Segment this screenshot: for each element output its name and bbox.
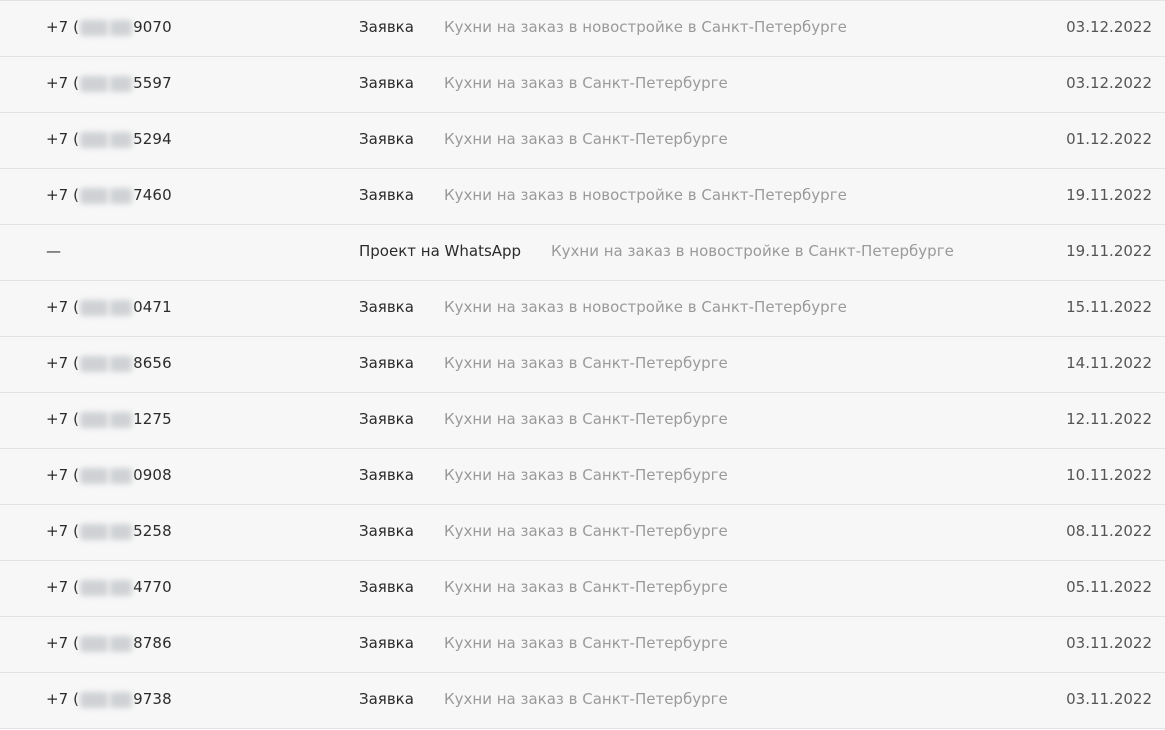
phone-number: — <box>46 242 62 260</box>
lead-date: 03.12.2022 <box>1066 74 1152 92</box>
masked-digits <box>80 355 109 372</box>
lead-source: Кухни на заказ в новостройке в Санкт-Пет… <box>444 18 847 36</box>
phone-number: +7 (1275 <box>46 410 172 428</box>
masked-digits <box>110 187 133 204</box>
phone-number: +7 (0471 <box>46 298 172 316</box>
table-row[interactable]: +7 (0908 Заявка Кухни на заказ в Санкт-П… <box>0 449 1165 505</box>
table-row[interactable]: +7 (5294 Заявка Кухни на заказ в Санкт-П… <box>0 113 1165 169</box>
phone-number: +7 (4770 <box>46 578 172 596</box>
lead-type: Заявка <box>359 522 414 540</box>
table-row[interactable]: +7 (5258 Заявка Кухни на заказ в Санкт-П… <box>0 505 1165 561</box>
table-row[interactable]: +7 (1275 Заявка Кухни на заказ в Санкт-П… <box>0 393 1165 449</box>
table-row[interactable]: +7 (7460 Заявка Кухни на заказ в новостр… <box>0 169 1165 225</box>
lead-source: Кухни на заказ в Санкт-Петербурге <box>444 690 728 708</box>
table-row[interactable]: +7 (5597 Заявка Кухни на заказ в Санкт-П… <box>0 57 1165 113</box>
lead-date: 03.12.2022 <box>1066 18 1152 36</box>
lead-date: 05.11.2022 <box>1066 578 1152 596</box>
masked-digits <box>110 75 133 92</box>
masked-digits <box>110 523 133 540</box>
lead-type: Заявка <box>359 410 414 428</box>
lead-source: Кухни на заказ в Санкт-Петербурге <box>444 354 728 372</box>
lead-date: 03.11.2022 <box>1066 634 1152 652</box>
lead-date: 15.11.2022 <box>1066 298 1152 316</box>
table-row[interactable]: +7 (9070 Заявка Кухни на заказ в новостр… <box>0 1 1165 57</box>
lead-type: Заявка <box>359 354 414 372</box>
masked-digits <box>110 355 133 372</box>
masked-digits <box>80 635 109 652</box>
lead-source: Кухни на заказ в Санкт-Петербурге <box>444 578 728 596</box>
lead-type: Заявка <box>359 186 414 204</box>
masked-digits <box>80 411 109 428</box>
masked-digits <box>80 299 109 316</box>
lead-date: 03.11.2022 <box>1066 690 1152 708</box>
lead-type: Заявка <box>359 466 414 484</box>
masked-digits <box>110 131 133 148</box>
lead-type: Проект на WhatsApp <box>359 242 522 260</box>
masked-digits <box>80 467 109 484</box>
lead-date: 08.11.2022 <box>1066 522 1152 540</box>
lead-source: Кухни на заказ в новостройке в Санкт-Пет… <box>551 242 954 260</box>
phone-number: +7 (9070 <box>46 18 172 36</box>
lead-type: Заявка <box>359 74 414 92</box>
lead-type: Заявка <box>359 130 414 148</box>
table-row[interactable]: +7 (4770 Заявка Кухни на заказ в Санкт-П… <box>0 561 1165 617</box>
lead-date: 10.11.2022 <box>1066 466 1152 484</box>
phone-number: +7 (7460 <box>46 186 172 204</box>
lead-date: 19.11.2022 <box>1066 186 1152 204</box>
masked-digits <box>80 691 109 708</box>
lead-source: Кухни на заказ в новостройке в Санкт-Пет… <box>444 298 847 316</box>
table-row[interactable]: +7 (9738 Заявка Кухни на заказ в Санкт-П… <box>0 673 1165 729</box>
table-row[interactable]: +7 (8656 Заявка Кухни на заказ в Санкт-П… <box>0 337 1165 393</box>
table-row[interactable]: — Проект на WhatsApp Кухни на заказ в но… <box>0 225 1165 281</box>
masked-digits <box>110 299 133 316</box>
phone-number: +7 (5294 <box>46 130 172 148</box>
lead-source: Кухни на заказ в Санкт-Петербурге <box>444 634 728 652</box>
lead-date: 14.11.2022 <box>1066 354 1152 372</box>
masked-digits <box>80 19 109 36</box>
phone-number: +7 (8786 <box>46 634 172 652</box>
lead-type: Заявка <box>359 634 414 652</box>
lead-date: 12.11.2022 <box>1066 410 1152 428</box>
phone-number: +7 (8656 <box>46 354 172 372</box>
masked-digits <box>80 187 109 204</box>
lead-source: Кухни на заказ в Санкт-Петербурге <box>444 74 728 92</box>
masked-digits <box>110 635 133 652</box>
masked-digits <box>110 19 133 36</box>
lead-source: Кухни на заказ в Санкт-Петербурге <box>444 522 728 540</box>
table-row[interactable]: +7 (0471 Заявка Кухни на заказ в новостр… <box>0 281 1165 337</box>
phone-number: +7 (5597 <box>46 74 172 92</box>
lead-type: Заявка <box>359 298 414 316</box>
masked-digits <box>80 131 109 148</box>
lead-source: Кухни на заказ в новостройке в Санкт-Пет… <box>444 186 847 204</box>
phone-number: +7 (5258 <box>46 522 172 540</box>
masked-digits <box>110 411 133 428</box>
leads-table: +7 (9070 Заявка Кухни на заказ в новостр… <box>0 0 1165 729</box>
lead-source: Кухни на заказ в Санкт-Петербурге <box>444 410 728 428</box>
masked-digits <box>110 579 133 596</box>
lead-date: 19.11.2022 <box>1066 242 1152 260</box>
phone-number: +7 (0908 <box>46 466 172 484</box>
masked-digits <box>110 467 133 484</box>
phone-number: +7 (9738 <box>46 690 172 708</box>
table-row[interactable]: +7 (8786 Заявка Кухни на заказ в Санкт-П… <box>0 617 1165 673</box>
masked-digits <box>80 523 109 540</box>
lead-source: Кухни на заказ в Санкт-Петербурге <box>444 466 728 484</box>
lead-source: Кухни на заказ в Санкт-Петербурге <box>444 130 728 148</box>
masked-digits <box>80 75 109 92</box>
masked-digits <box>80 579 109 596</box>
lead-type: Заявка <box>359 578 414 596</box>
lead-type: Заявка <box>359 18 414 36</box>
lead-date: 01.12.2022 <box>1066 130 1152 148</box>
masked-digits <box>110 691 133 708</box>
lead-type: Заявка <box>359 690 414 708</box>
